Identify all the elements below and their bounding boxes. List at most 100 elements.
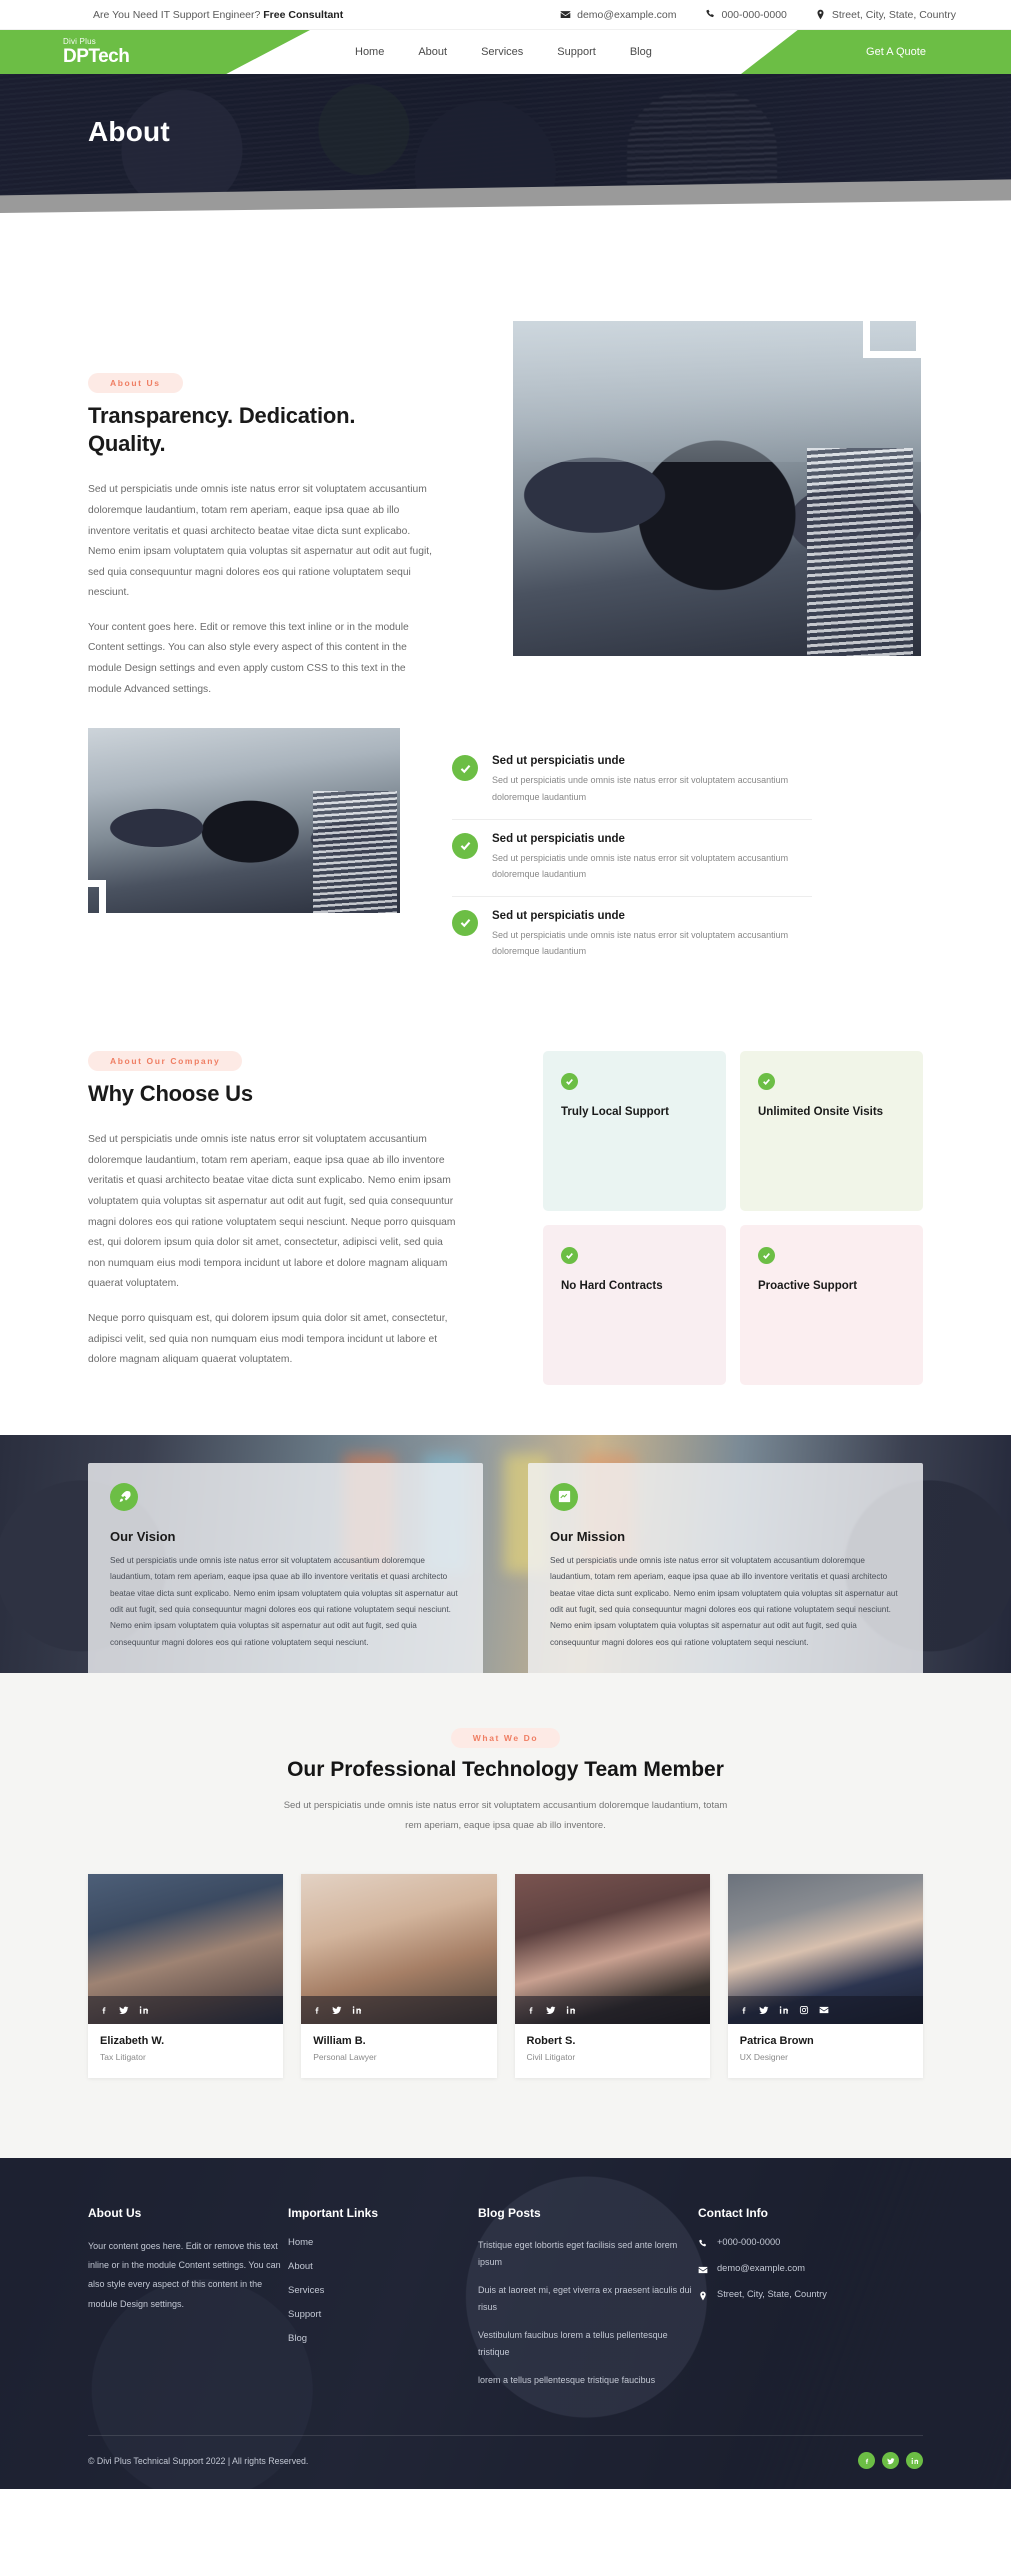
footer-about-text: Your content goes here. Edit or remove t…: [88, 2240, 281, 2309]
check-circle: [452, 755, 478, 782]
footer-contact-phone[interactable]: +000-000-0000: [698, 2237, 908, 2249]
about-top-row: About Us Transparency. Dedication. Quali…: [88, 300, 923, 714]
team-member-photo: [88, 1873, 284, 2024]
nav-item-home[interactable]: Home: [355, 46, 384, 58]
linkedin-icon[interactable]: [779, 2005, 789, 2015]
facebook-icon[interactable]: [739, 2005, 749, 2015]
footer-link-about[interactable]: About: [288, 2261, 478, 2272]
footer-link-blog[interactable]: Blog: [288, 2333, 478, 2344]
nav-menu: Home About Services Support Blog: [355, 30, 652, 74]
feature-card-proactive-support[interactable]: Proactive Support: [740, 1224, 923, 1385]
check-circle: [452, 909, 478, 936]
email-icon[interactable]: [819, 2005, 829, 2015]
footer-post-item[interactable]: Duis at laoreet mi, eget viverra ex prae…: [478, 2282, 698, 2317]
footer-about-column: About Us Your content goes here. Edit or…: [88, 2206, 288, 2400]
rocket-icon: [110, 1482, 138, 1511]
nav-item-support[interactable]: Support: [557, 46, 596, 58]
twitter-icon[interactable]: [759, 2005, 769, 2015]
location-pin-icon: [700, 2291, 706, 2301]
twitter-icon[interactable]: [545, 2005, 556, 2015]
footer-posts-title: Blog Posts: [478, 2205, 541, 2220]
top-bar: Are You Need IT Support Engineer? Free C…: [0, 0, 1011, 30]
footer-post-item[interactable]: Vestibulum faucibus lorem a tellus pelle…: [478, 2327, 698, 2362]
about-photo-team-primary: [513, 321, 921, 656]
check-icon: [460, 841, 470, 851]
location-pin-icon: [817, 9, 824, 20]
facebook-icon[interactable]: [312, 2005, 322, 2015]
team-member-name: William B.: [313, 2034, 366, 2047]
copyright-text: © Divi Plus Technical Support 2022 | All…: [88, 2455, 309, 2466]
feature-label: Unlimited Onsite Visits: [758, 1106, 884, 1119]
check-icon: [763, 1079, 770, 1086]
footer-post-item[interactable]: lorem a tellus pellentesque tristique fa…: [478, 2372, 698, 2390]
footer-address-text: Street, City, State, Country: [717, 2288, 827, 2299]
footer-contact-column: Contact Info +000-000-0000 demo@example.…: [698, 2206, 908, 2400]
about-heading: Transparency. Dedication. Quality.: [88, 403, 356, 457]
footer-twitter-button[interactable]: [882, 2452, 899, 2470]
instagram-icon[interactable]: [799, 2005, 809, 2015]
team-member-photo: [301, 1873, 497, 2024]
topbar-email[interactable]: demo@example.com: [560, 8, 677, 21]
team-member-socials: [514, 1995, 710, 2024]
linkedin-icon: [911, 2457, 918, 2464]
team-member-name: Elizabeth W.: [100, 2034, 165, 2047]
footer-link-services[interactable]: Services: [288, 2285, 478, 2296]
footer-bottom-bar: © Divi Plus Technical Support 2022 | All…: [88, 2435, 923, 2489]
footer-email-text: demo@example.com: [717, 2262, 805, 2273]
logo-subtitle: Divi Plus: [63, 37, 96, 46]
team-member-photo: [727, 1873, 923, 2024]
team-member-card[interactable]: Patrica Brown UX Designer: [727, 1873, 923, 2078]
twitter-icon[interactable]: [332, 2005, 342, 2015]
feature-label: No Hard Contracts: [561, 1279, 663, 1292]
topbar-address[interactable]: Street, City, State, Country: [815, 9, 956, 21]
about-photo-team-secondary: [88, 728, 400, 914]
facebook-icon[interactable]: [526, 2005, 536, 2015]
linkedin-icon[interactable]: [139, 2005, 149, 2015]
footer-link-support[interactable]: Support: [288, 2309, 478, 2320]
team-member-photo: [514, 1873, 710, 2024]
feature-card-no-hard-contracts[interactable]: No Hard Contracts: [543, 1224, 726, 1385]
why-paragraph-1: Sed ut perspiciatis unde omnis iste natu…: [88, 1134, 456, 1290]
footer-link-home[interactable]: Home: [288, 2237, 478, 2248]
check-icon: [566, 1079, 573, 1086]
about-checklist: Sed ut perspiciatis unde Sed ut perspici…: [452, 728, 812, 973]
footer-linkedin-button[interactable]: [906, 2452, 923, 2470]
footer-contact-address[interactable]: Street, City, State, Country: [698, 2289, 908, 2301]
checklist-item-desc: Sed ut perspiciatis unde omnis iste natu…: [492, 775, 789, 802]
check-circle: [452, 832, 478, 859]
decorative-frame-top-right: [863, 300, 923, 358]
why-badge: About Our Company: [88, 1051, 243, 1072]
nav-item-blog[interactable]: Blog: [630, 46, 652, 58]
nav-item-services[interactable]: Services: [481, 46, 523, 58]
linkedin-icon[interactable]: [566, 2005, 576, 2015]
why-feature-grid: Truly Local Support Unlimited Onsite Vis…: [543, 1051, 923, 1385]
about-paragraph-2: Your content goes here. Edit or remove t…: [88, 621, 409, 695]
topbar-phone-text: 000-000-0000: [721, 8, 787, 21]
why-heading: Why Choose Us: [88, 1081, 253, 1107]
site-logo[interactable]: Divi Plus DPTech: [63, 37, 130, 67]
footer-facebook-button[interactable]: [858, 2452, 875, 2470]
feature-card-unlimited-onsite-visits[interactable]: Unlimited Onsite Visits: [740, 1051, 923, 1211]
footer-post-item[interactable]: Tristique eget lobortis eget facilisis s…: [478, 2237, 698, 2272]
chart-icon: [550, 1482, 578, 1511]
nav-item-about[interactable]: About: [418, 46, 447, 58]
topbar-phone[interactable]: 000-000-0000: [705, 9, 787, 21]
feature-card-truly-local-support[interactable]: Truly Local Support: [543, 1051, 726, 1211]
why-text-column: About Our Company Why Choose Us Sed ut p…: [88, 1051, 458, 1385]
team-member-card[interactable]: Elizabeth W. Tax Litigator: [88, 1873, 284, 2078]
team-member-card[interactable]: William B. Personal Lawyer: [301, 1873, 497, 2078]
team-member-socials: [88, 1995, 284, 2024]
top-bar-tagline: Are You Need IT Support Engineer? Free C…: [93, 9, 343, 21]
get-a-quote-button[interactable]: Get A Quote: [741, 30, 1011, 74]
check-icon: [460, 919, 470, 928]
mission-card-title: Our Mission: [550, 1528, 626, 1544]
footer-about-title: About Us: [88, 2205, 142, 2220]
linkedin-icon[interactable]: [352, 2005, 362, 2015]
footer-contact-email[interactable]: demo@example.com: [698, 2263, 908, 2275]
team-member-card[interactable]: Robert S. Civil Litigator: [514, 1873, 710, 2078]
topbar-email-text: demo@example.com: [577, 8, 677, 21]
twitter-icon[interactable]: [119, 2005, 129, 2015]
facebook-icon[interactable]: [99, 2005, 109, 2015]
site-footer: About Us Your content goes here. Edit or…: [0, 2157, 1011, 2490]
checklist-item: Sed ut perspiciatis unde Sed ut perspici…: [452, 897, 812, 973]
